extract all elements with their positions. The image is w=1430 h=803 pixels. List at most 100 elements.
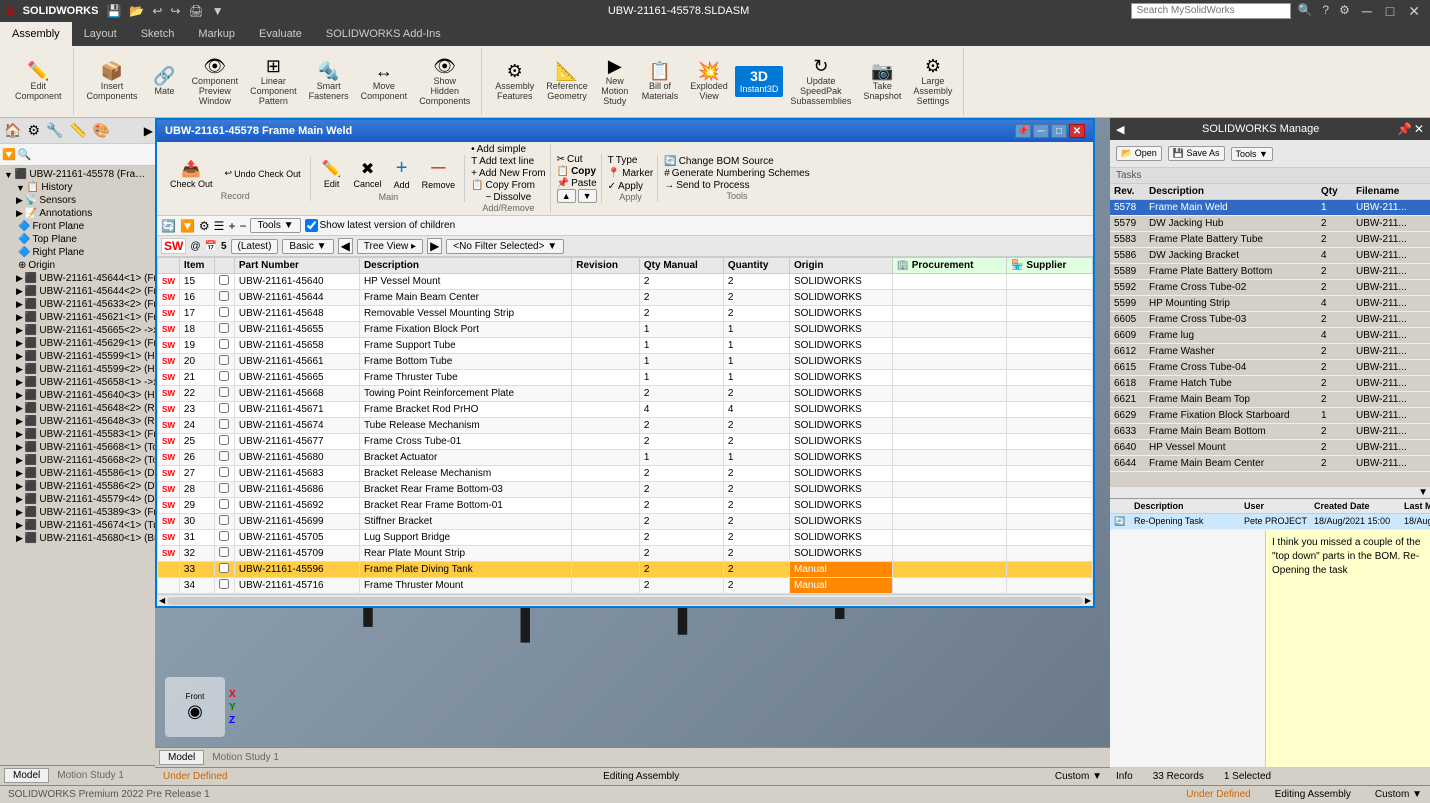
bom-table-row[interactable]: SW 21 UBW-21161-45665 Frame Thruster Tub…	[158, 370, 1093, 386]
tree-item-comp1[interactable]: ▶ ⬛ UBW-21161-45644<1> (Frame...	[14, 272, 153, 285]
manage-table-row[interactable]: 6644 Frame Main Beam Center 2 UBW-211...	[1110, 456, 1430, 472]
manage-tools-btn[interactable]: Tools ▼	[1231, 147, 1273, 161]
btn-smart-fasteners[interactable]: 🔩 SmartFasteners	[304, 59, 354, 104]
tree-item-comp19[interactable]: ▶ ⬛ UBW-21161-45389<3> (Frame Br...	[14, 506, 153, 519]
row-checkbox[interactable]	[214, 578, 234, 594]
btn-apply[interactable]: Apply	[618, 181, 643, 192]
btn-type[interactable]: Type	[616, 155, 638, 166]
bom-table-row[interactable]: SW 24 UBW-21161-45674 Tube Release Mecha…	[158, 418, 1093, 434]
tree-item-top-plane[interactable]: 🔷 Top Plane	[14, 233, 153, 246]
row-checkbox[interactable]	[214, 338, 234, 354]
btn-insert-components[interactable]: 📦 InsertComponents	[82, 59, 143, 104]
btn-edit-component[interactable]: ✏️ EditComponent	[10, 59, 67, 104]
manage-table-row[interactable]: 5579 DW Jacking Hub 2 UBW-211...	[1110, 216, 1430, 232]
bom-table-row[interactable]: SW 27 UBW-21161-45683 Bracket Release Me…	[158, 466, 1093, 482]
btn-dissolve[interactable]: Dissolve	[493, 192, 531, 203]
motion-study-tab-center[interactable]: Motion Study 1	[204, 751, 287, 764]
row-checkbox[interactable]	[214, 434, 234, 450]
basic-dropdown-btn[interactable]: Basic ▼	[282, 239, 333, 254]
bom-minimize-btn[interactable]: ─	[1033, 124, 1049, 138]
tree-item-comp13[interactable]: ▶ ⬛ UBW-21161-45583<1> (Frame...	[14, 428, 153, 441]
bom-table-row[interactable]: SW 28 UBW-21161-45686 Bracket Rear Frame…	[158, 482, 1093, 498]
manage-table-row[interactable]: 5586 DW Jacking Bracket 4 UBW-211...	[1110, 248, 1430, 264]
manage-table-row[interactable]: 6612 Frame Washer 2 UBW-211...	[1110, 344, 1430, 360]
btn-new-motion-study[interactable]: ▶ NewMotionStudy	[595, 54, 635, 109]
tree-item-comp11[interactable]: ▶ ⬛ UBW-21161-45648<2> (Remo...	[14, 402, 153, 415]
manage-table-row[interactable]: 6609 Frame lug 4 UBW-211...	[1110, 328, 1430, 344]
btn-cut[interactable]: Cut	[567, 154, 583, 165]
filter-icon[interactable]: 🔽	[2, 148, 16, 161]
row-checkbox[interactable]	[214, 274, 234, 290]
model-tab-center[interactable]: Model	[159, 750, 204, 765]
manage-table-row[interactable]: 6629 Frame Fixation Block Starboard 1 UB…	[1110, 408, 1430, 424]
row-checkbox[interactable]	[214, 546, 234, 562]
tree-item-comp18[interactable]: ▶ ⬛ UBW-21161-45579<4> (DW Jac...	[14, 493, 153, 506]
btn-add-simple[interactable]: Add simple	[477, 144, 526, 155]
tree-item-comp14[interactable]: ▶ ⬛ UBW-21161-45668<1> (Towin...	[14, 441, 153, 454]
quick-access-print[interactable]: 🖨	[186, 4, 205, 18]
btn-send-to-process[interactable]: Send to Process	[676, 180, 749, 191]
btn-instant3d[interactable]: 3D Instant3D	[735, 66, 784, 97]
row-checkbox[interactable]	[214, 498, 234, 514]
btn-change-bom-source[interactable]: Change BOM Source	[679, 156, 774, 167]
tree-item-right-plane[interactable]: 🔷 Right Plane	[14, 246, 153, 259]
tab-layout[interactable]: Layout	[72, 22, 129, 46]
btn-linear-pattern[interactable]: ⊞ LinearComponentPattern	[245, 54, 302, 109]
tree-item-comp3[interactable]: ▶ ⬛ UBW-21161-45633<2> (Frame...	[14, 298, 153, 311]
tree-item-comp16[interactable]: ▶ ⬛ UBW-21161-45586<1> (DW Jac...	[14, 467, 153, 480]
tree-view-btn[interactable]: Tree View ▸	[357, 239, 423, 254]
settings2-icon[interactable]: ⚙	[199, 219, 210, 233]
btn-reference-geometry[interactable]: 📐 ReferenceGeometry	[541, 59, 593, 104]
manage-table-row[interactable]: 6633 Frame Main Beam Bottom 2 UBW-211...	[1110, 424, 1430, 440]
manage-save-btn[interactable]: 💾 Save As	[1168, 146, 1225, 161]
btn-show-hidden[interactable]: 👁 ShowHiddenComponents	[414, 54, 475, 109]
search-tree-icon[interactable]: 🔍	[18, 148, 32, 161]
tab-markup[interactable]: Markup	[186, 22, 247, 46]
tab-addins[interactable]: SOLIDWORKS Add-Ins	[314, 22, 453, 46]
latest-btn[interactable]: (Latest)	[231, 239, 279, 254]
no-filter-btn[interactable]: <No Filter Selected> ▼	[446, 239, 564, 254]
btn-take-snapshot[interactable]: 📷 TakeSnapshot	[858, 59, 906, 104]
manage-table-row[interactable]: 6640 HP Vessel Mount 2 UBW-211...	[1110, 440, 1430, 456]
tree-item-comp8[interactable]: ▶ ⬛ UBW-21161-45599<2> (HP M...	[14, 363, 153, 376]
orientation-cube[interactable]: Front ◉	[165, 677, 225, 737]
tab-evaluate[interactable]: Evaluate	[247, 22, 314, 46]
tree-item-comp12[interactable]: ▶ ⬛ UBW-21161-45648<3> (Remo...	[14, 415, 153, 428]
scroll-right-btn[interactable]: ▶	[1085, 596, 1091, 605]
bom-table-row[interactable]: SW 19 UBW-21161-45658 Frame Support Tube…	[158, 338, 1093, 354]
row-checkbox[interactable]	[214, 306, 234, 322]
bom-table-row[interactable]: SW 16 UBW-21161-45644 Frame Main Beam Ce…	[158, 290, 1093, 306]
bom-table-row[interactable]: SW 30 UBW-21161-45699 Stiffner Bracket 2…	[158, 514, 1093, 530]
quick-access-undo[interactable]: ↩	[150, 4, 164, 18]
bom-table-row[interactable]: SW 29 UBW-21161-45692 Bracket Rear Frame…	[158, 498, 1093, 514]
settings-icon[interactable]: ⚙	[1335, 3, 1354, 20]
tree-item-origin[interactable]: ⊕ Origin	[14, 259, 153, 272]
config-manager-icon[interactable]: 🔧	[44, 120, 65, 141]
scroll-down-indicator[interactable]: ▼	[1418, 487, 1428, 498]
col-supplier[interactable]: 🏪 Supplier	[1007, 258, 1093, 274]
bom-table-row[interactable]: SW 22 UBW-21161-45668 Towing Point Reinf…	[158, 386, 1093, 402]
add-filter-icon[interactable]: +	[228, 219, 235, 233]
expand-arrow[interactable]: ▶	[144, 124, 153, 138]
btn-cancel[interactable]: ✖ Cancel	[349, 157, 387, 191]
btn-large-assembly[interactable]: ⚙ LargeAssemblySettings	[908, 54, 957, 109]
row-checkbox[interactable]	[214, 530, 234, 546]
btn-exploded-view[interactable]: 💥 ExplodedView	[685, 59, 733, 104]
row-checkbox[interactable]	[214, 354, 234, 370]
btn-check-out[interactable]: 📤 Check Out	[165, 157, 218, 191]
bom-table-row[interactable]: SW 17 UBW-21161-45648 Removable Vessel M…	[158, 306, 1093, 322]
btn-paste[interactable]: Paste	[571, 178, 597, 189]
row-checkbox[interactable]	[214, 562, 234, 578]
bom-close-btn[interactable]: ✕	[1069, 124, 1085, 138]
arrow-left-btn[interactable]: ◀	[338, 238, 353, 254]
sort-up-btn[interactable]: ▲	[557, 189, 576, 203]
manage-open-btn[interactable]: 📂 Open	[1116, 146, 1162, 161]
info-btn[interactable]: Info	[1116, 771, 1133, 782]
global-custom[interactable]: Custom ▼	[1375, 789, 1422, 800]
manage-table-row[interactable]: 5589 Frame Plate Battery Bottom 2 UBW-21…	[1110, 264, 1430, 280]
tree-item-comp17[interactable]: ▶ ⬛ UBW-21161-45586<2> (DW Jac...	[14, 480, 153, 493]
row-checkbox[interactable]	[214, 418, 234, 434]
tree-item-comp5[interactable]: ▶ ⬛ UBW-21161-45665<2> ->x (F...	[14, 324, 153, 337]
manage-table-row[interactable]: 6615 Frame Cross Tube-04 2 UBW-211...	[1110, 360, 1430, 376]
appearance-icon[interactable]: 🎨	[91, 120, 112, 141]
